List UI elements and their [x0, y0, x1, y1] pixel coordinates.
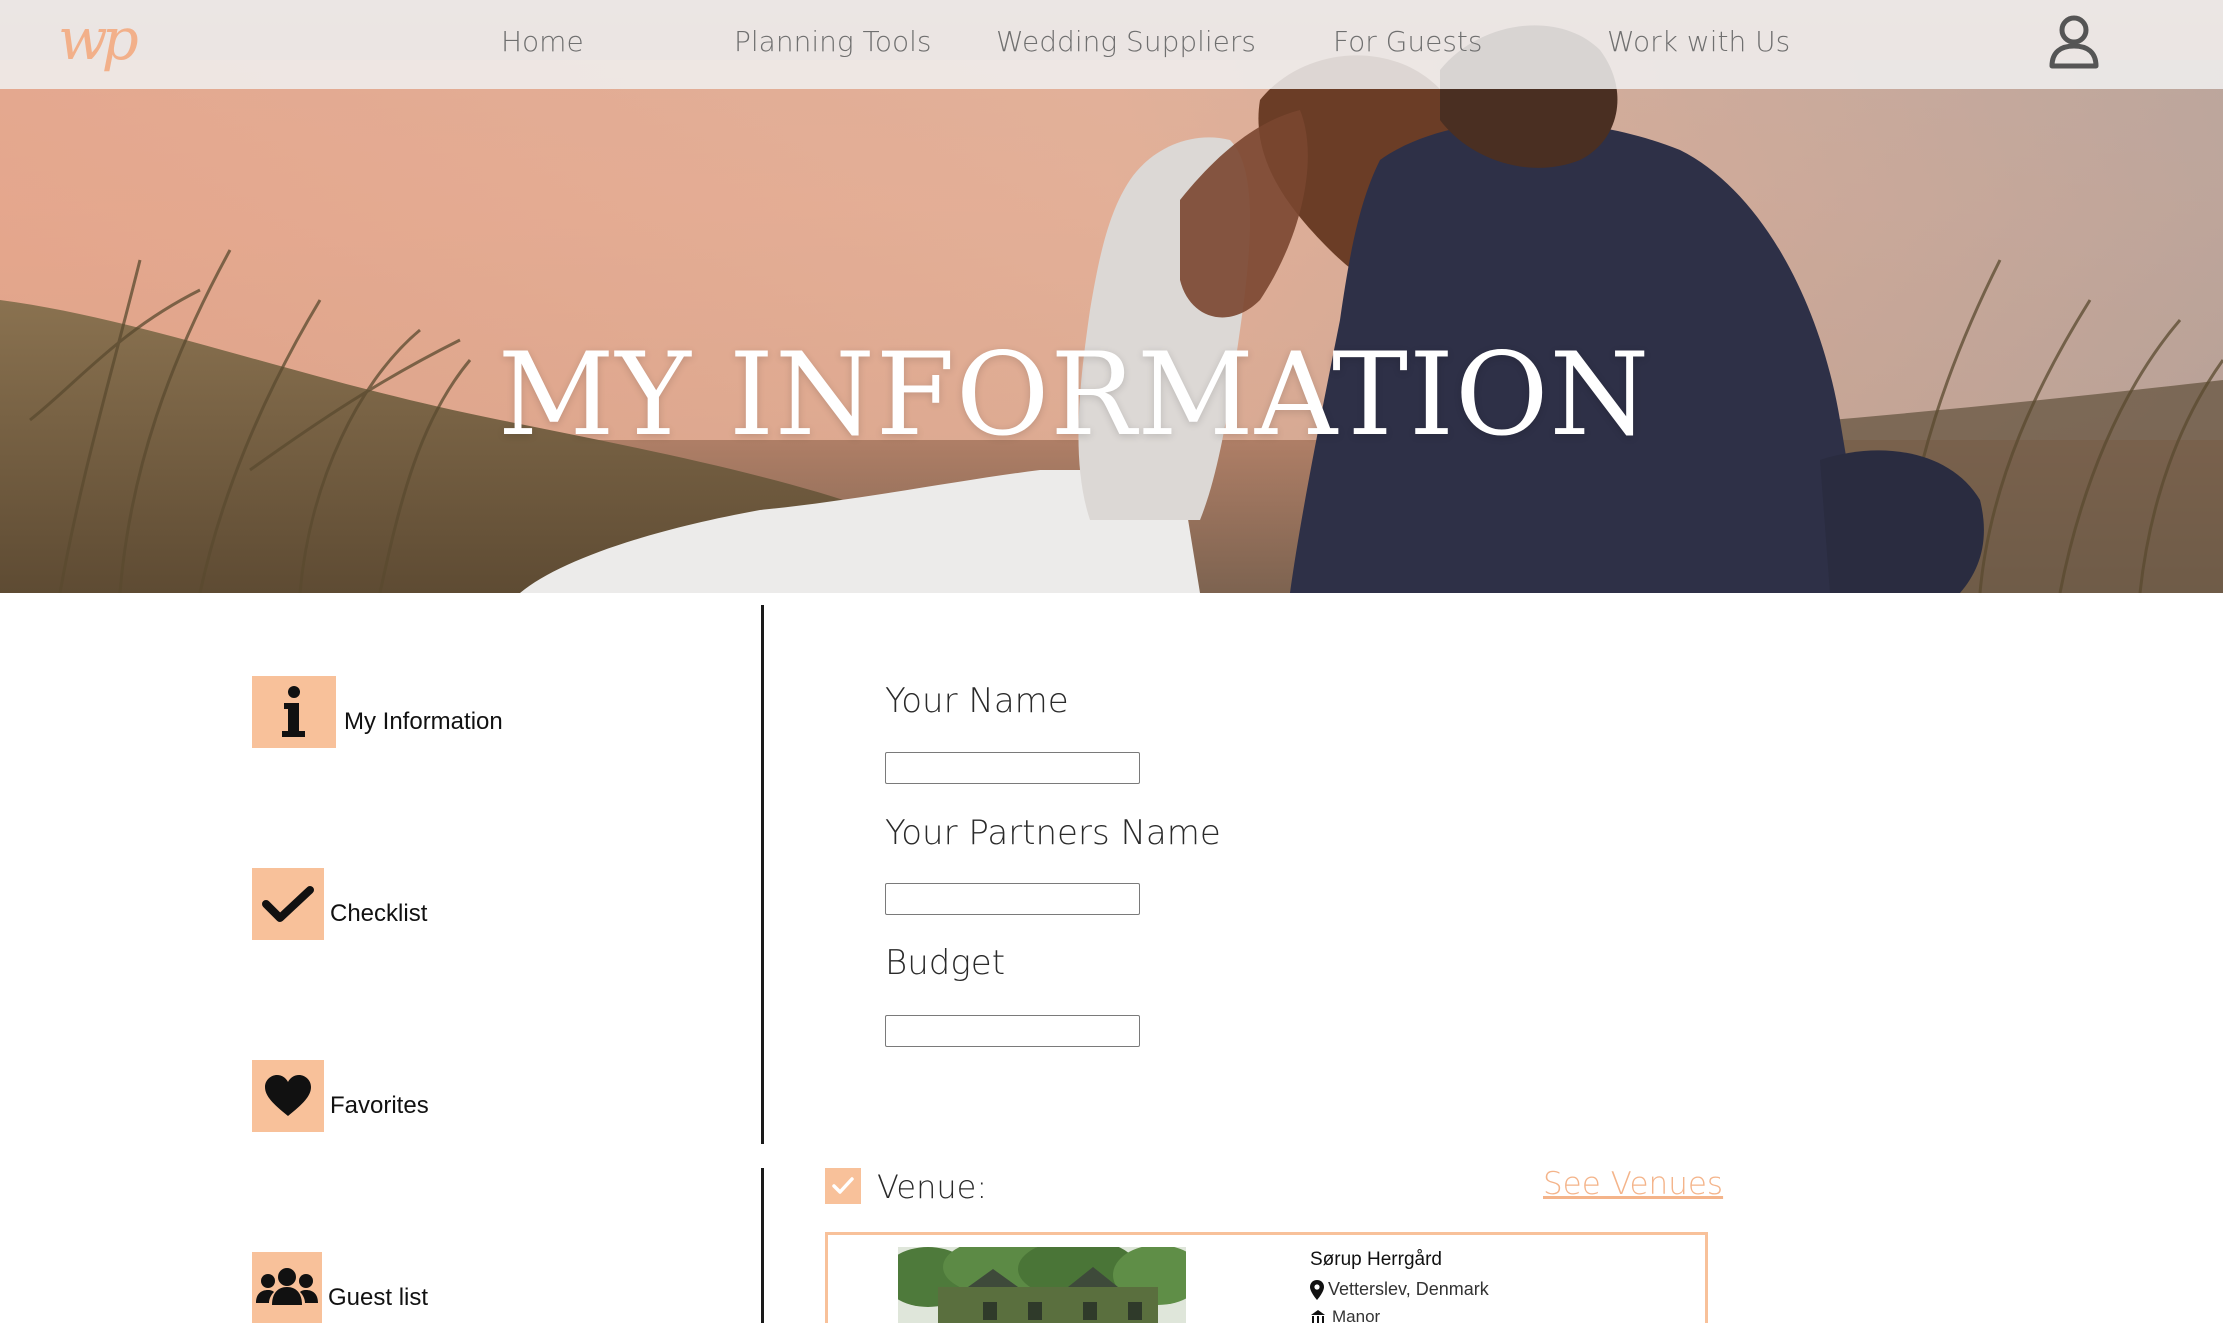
venue-type: Manor: [1310, 1307, 1380, 1323]
page-title: MY INFORMATION: [497, 328, 1651, 461]
info-icon: [252, 676, 336, 748]
partner-name-input[interactable]: [885, 883, 1140, 915]
location-pin-icon: [1310, 1279, 1324, 1300]
nav-work-with-us[interactable]: Work with Us: [1607, 22, 1790, 62]
sidebar-item-label: Guest list: [328, 1284, 429, 1311]
people-icon: [252, 1252, 322, 1323]
venue-name: Sørup Herrgård: [1310, 1249, 1442, 1270]
user-icon[interactable]: [2047, 14, 2101, 70]
name-label: Your Name: [885, 681, 1069, 721]
checkmark-icon: [832, 1177, 854, 1194]
site-logo[interactable]: wp: [58, 2, 139, 82]
sidebar-item-label: Checklist: [330, 900, 428, 927]
venue-location-text: Vetterslev, Denmark: [1328, 1279, 1489, 1299]
nav-home[interactable]: Home: [501, 22, 584, 62]
hero-banner: wp Home Planning Tools Wedding Suppliers…: [0, 0, 2223, 593]
sidebar-divider: [761, 605, 764, 1144]
see-venues-link[interactable]: See Venues: [1543, 1166, 1723, 1202]
building-icon: [1311, 1310, 1325, 1323]
nav-planning-tools[interactable]: Planning Tools: [734, 22, 932, 62]
nav-for-guests[interactable]: For Guests: [1333, 22, 1482, 62]
venue-checkbox[interactable]: [825, 1168, 861, 1204]
budget-input[interactable]: [885, 1015, 1140, 1047]
budget-label: Budget: [885, 943, 1006, 983]
name-input[interactable]: [885, 752, 1140, 784]
heart-icon: [252, 1060, 324, 1132]
venue-label: Venue:: [877, 1168, 988, 1206]
venue-type-text: Manor: [1332, 1307, 1381, 1323]
partner-name-label: Your Partners Name: [885, 813, 1221, 853]
sidebar-item-label: My Information: [344, 708, 503, 735]
venue-card[interactable]: Sørup Herrgård Vetterslev, Denmark Manor: [825, 1232, 1708, 1323]
nav-wedding-suppliers[interactable]: Wedding Suppliers: [996, 22, 1256, 62]
top-navbar: wp Home Planning Tools Wedding Suppliers…: [0, 0, 2223, 89]
venue-location: Vetterslev, Denmark: [1310, 1279, 1489, 1300]
venue-photo: [898, 1247, 1186, 1323]
sidebar-divider: [761, 1168, 764, 1323]
sidebar-item-label: Favorites: [330, 1092, 429, 1119]
checkmark-icon: [252, 868, 324, 940]
